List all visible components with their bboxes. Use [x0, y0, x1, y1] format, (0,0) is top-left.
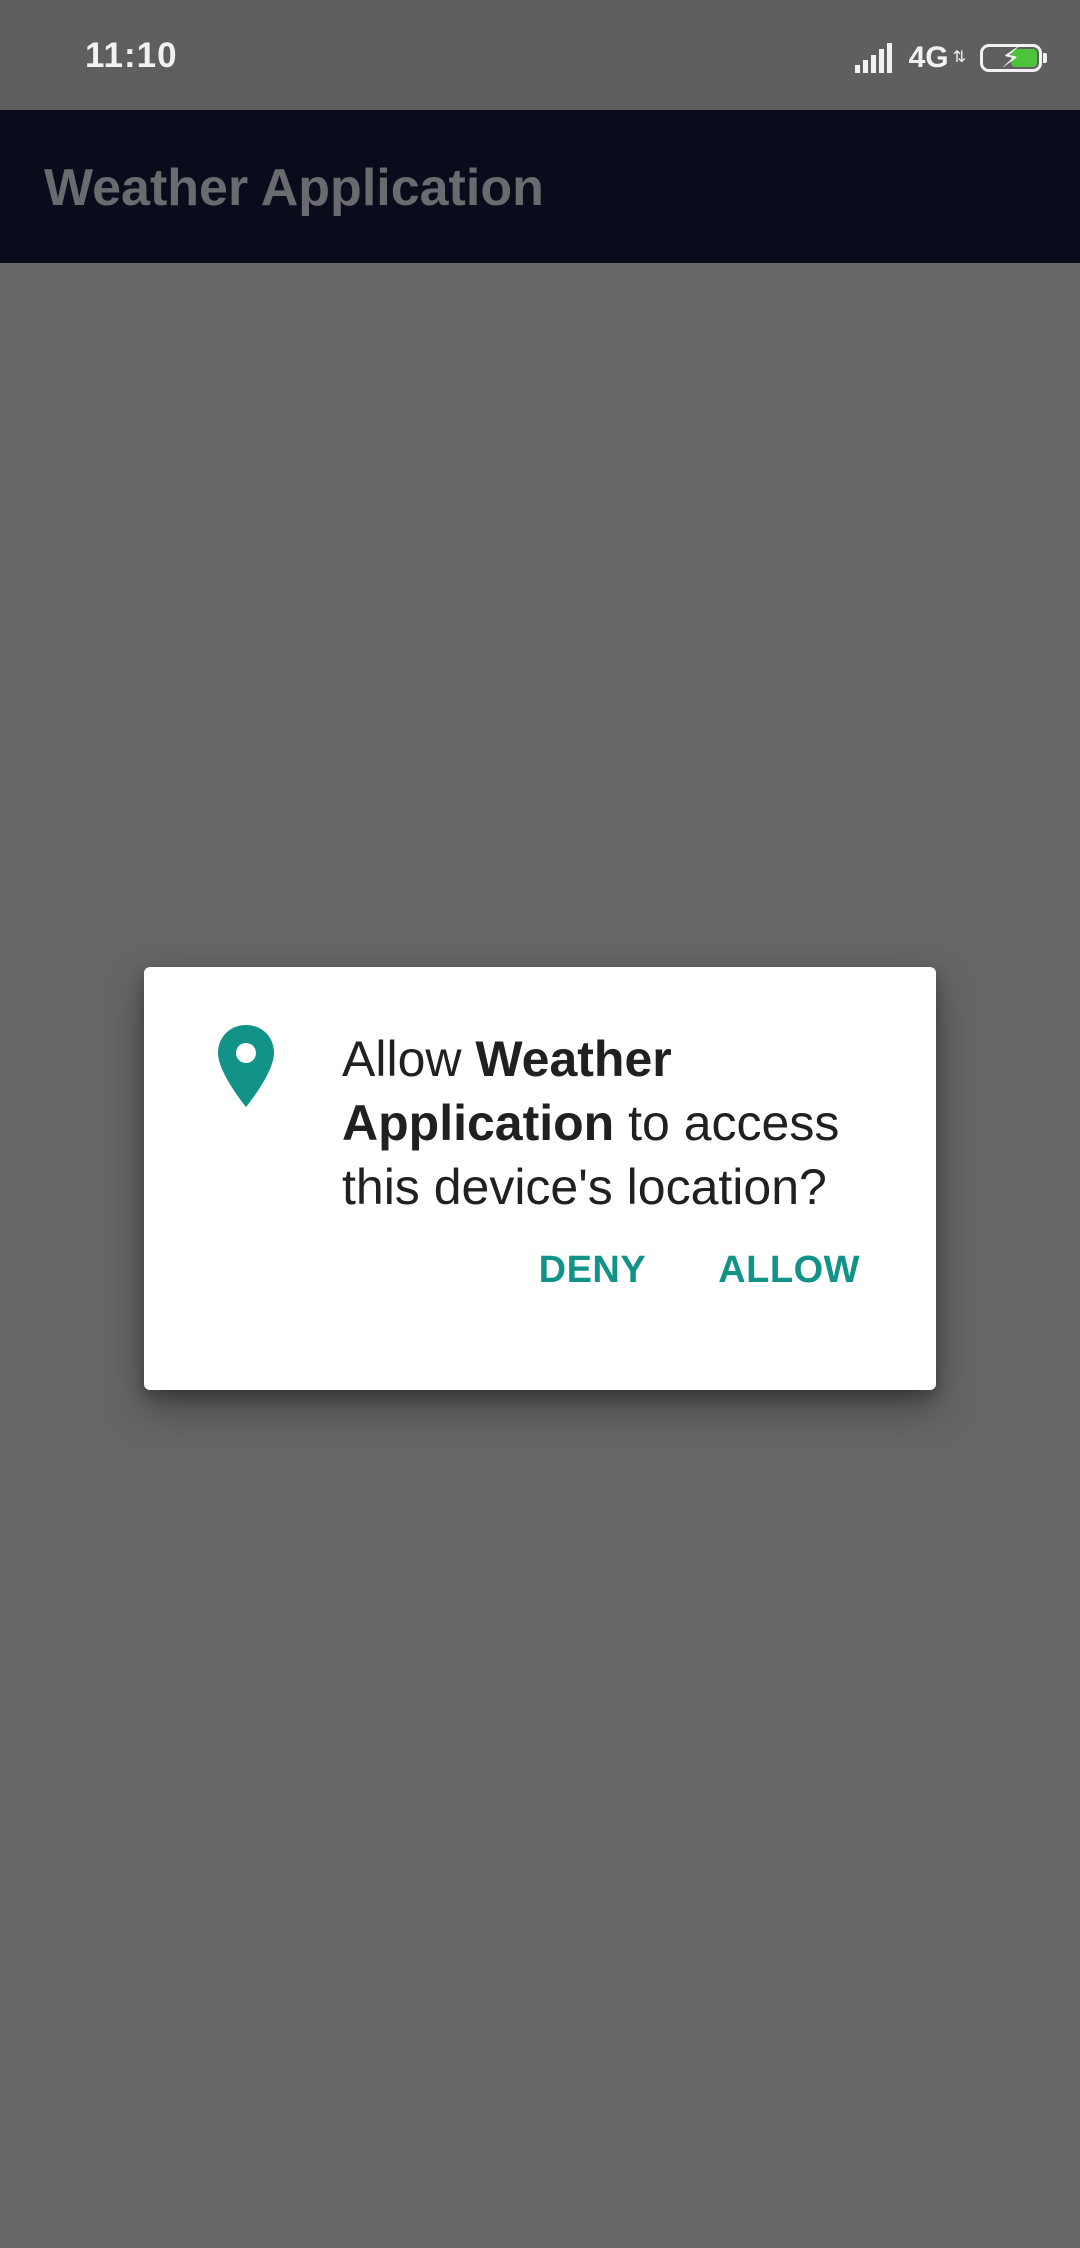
deny-button[interactable]: DENY	[539, 1249, 647, 1292]
location-permission-dialog: Allow Weather Application to access this…	[144, 967, 936, 1390]
app-bar: Weather Application	[0, 110, 1080, 263]
app-title: Weather Application	[44, 159, 544, 217]
dialog-message: Allow Weather Application to access this…	[342, 1027, 902, 1219]
status-time: 11:10	[85, 36, 178, 75]
allow-button[interactable]: ALLOW	[718, 1249, 860, 1292]
signal-icon	[854, 43, 895, 73]
status-bar: 11:10 4G ⇅ ⚡	[0, 0, 1080, 110]
charging-bolt-icon: ⚡	[1001, 42, 1021, 73]
location-pin-icon	[218, 1025, 274, 1107]
status-icons: 4G ⇅ ⚡	[854, 38, 1047, 78]
network-4g-icon: 4G	[908, 41, 949, 74]
data-activity-icon: ⇅	[952, 49, 966, 66]
battery-charging-icon: ⚡	[980, 42, 1047, 73]
dialog-actions: DENY ALLOW	[467, 1249, 860, 1292]
message-prefix: Allow	[342, 1031, 476, 1087]
